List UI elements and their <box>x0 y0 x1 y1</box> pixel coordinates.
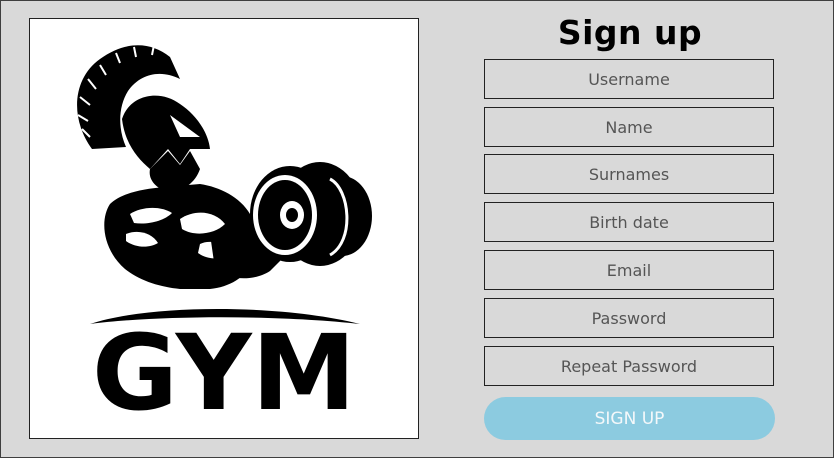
name-field[interactable]: Name <box>484 107 774 147</box>
dumbbell <box>250 162 372 266</box>
password-placeholder: Password <box>591 308 667 328</box>
page-title: Sign up <box>557 13 703 52</box>
gym-logo-image: GYM <box>77 44 372 434</box>
gym-logo-panel: GYM <box>29 18 419 439</box>
sign-up-button-label: SIGN UP <box>594 408 665 429</box>
sign-up-button[interactable]: SIGN UP <box>484 397 775 440</box>
repeat-password-placeholder: Repeat Password <box>560 356 698 376</box>
birth-date-placeholder: Birth date <box>589 212 669 232</box>
birth-date-field[interactable]: Birth date <box>484 202 774 242</box>
password-field[interactable]: Password <box>484 298 774 338</box>
gym-logo-text: GYM <box>92 312 356 434</box>
name-placeholder: Name <box>605 117 653 137</box>
email-placeholder: Email <box>606 260 652 280</box>
repeat-password-field[interactable]: Repeat Password <box>484 346 774 386</box>
username-field[interactable]: Username <box>484 59 774 99</box>
surnames-placeholder: Surnames <box>588 164 670 184</box>
surnames-field[interactable]: Surnames <box>484 154 774 194</box>
username-placeholder: Username <box>588 69 670 89</box>
email-field[interactable]: Email <box>484 250 774 290</box>
signup-window: GYM Sign up Username Name Surnames Birth… <box>0 0 834 458</box>
